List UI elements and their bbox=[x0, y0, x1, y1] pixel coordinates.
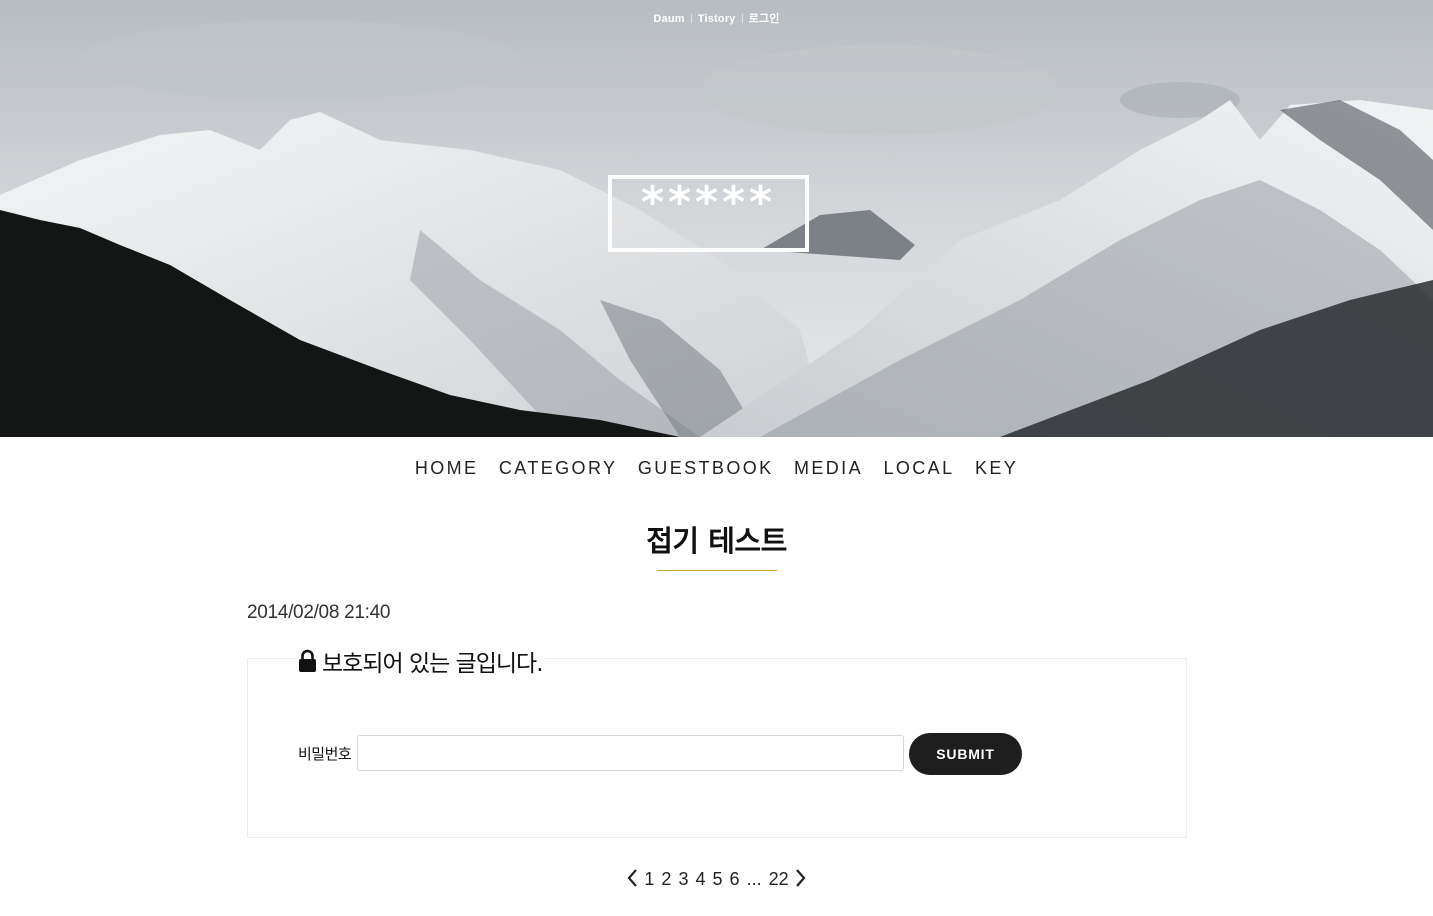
blog-logo[interactable]: ***** bbox=[608, 175, 809, 252]
page-link-3[interactable]: 3 bbox=[678, 869, 688, 890]
chevron-left-icon[interactable] bbox=[626, 868, 638, 893]
divider bbox=[741, 14, 743, 23]
hero-banner: Daum Tistory 로그인 ***** bbox=[0, 0, 1433, 437]
pagination: 1 2 3 4 5 6 ... 22 bbox=[0, 868, 1433, 893]
login-link[interactable]: 로그인 bbox=[749, 13, 780, 25]
password-label: 비밀번호 bbox=[298, 745, 352, 763]
page-link-2[interactable]: 2 bbox=[661, 869, 671, 890]
post-date: 2014/02/08 21:40 bbox=[247, 602, 391, 623]
page-link-5[interactable]: 5 bbox=[713, 869, 723, 890]
nav-item-local[interactable]: LOCAL bbox=[883, 458, 954, 479]
main-nav: HOME CATEGORY GUESTBOOK MEDIA LOCAL KEY bbox=[0, 458, 1433, 479]
pagination-ellipsis: ... bbox=[746, 869, 762, 889]
post-title[interactable]: 접기 테스트 bbox=[0, 518, 1433, 560]
daum-link[interactable]: Daum bbox=[653, 13, 684, 25]
page-link-last[interactable]: 22 bbox=[769, 869, 789, 890]
title-divider bbox=[657, 570, 777, 571]
chevron-right-icon[interactable] bbox=[795, 868, 807, 893]
page-link-4[interactable]: 4 bbox=[695, 869, 705, 890]
submit-button[interactable]: SUBMIT bbox=[909, 733, 1022, 775]
nav-item-media[interactable]: MEDIA bbox=[794, 458, 863, 479]
protected-message: 보호되어 있는 글입니다. bbox=[322, 651, 544, 677]
divider bbox=[690, 14, 692, 23]
page-link-6[interactable]: 6 bbox=[730, 869, 740, 890]
nav-item-home[interactable]: HOME bbox=[415, 458, 479, 479]
nav-item-guestbook[interactable]: GUESTBOOK bbox=[638, 458, 774, 479]
top-links: Daum Tistory 로그인 bbox=[0, 10, 1433, 26]
nav-item-category[interactable]: CATEGORY bbox=[499, 458, 618, 479]
tistory-link[interactable]: Tistory bbox=[698, 13, 736, 25]
nav-item-key[interactable]: KEY bbox=[975, 458, 1018, 479]
password-input[interactable] bbox=[357, 735, 904, 771]
lock-icon bbox=[298, 649, 317, 673]
protected-post-heading: 보호되어 있는 글입니다. bbox=[298, 644, 545, 678]
page-link-1[interactable]: 1 bbox=[644, 869, 654, 890]
